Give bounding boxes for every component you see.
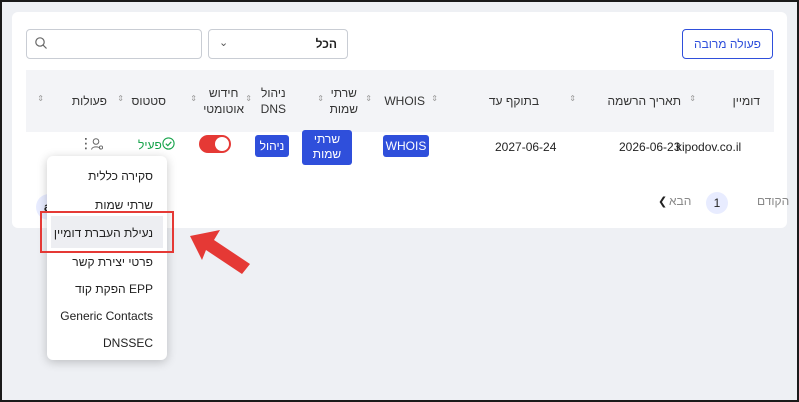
menu-item-contacts[interactable]: פרטי יצירת קשר (72, 255, 153, 269)
registration-date: 2026-06-23 (619, 140, 681, 154)
chevron-down-icon: ⌄ (219, 37, 229, 49)
nameservers-button[interactable]: שרתי שמות (302, 130, 352, 165)
pagination-current-page[interactable]: 1 (706, 192, 728, 214)
header-whois[interactable]: WHOIS (384, 93, 425, 109)
pagination-prev[interactable]: הקודם (757, 194, 789, 208)
header-actions: פעולות (71, 94, 107, 108)
menu-item-epp-code[interactable]: הפקת קוד EPP (75, 282, 153, 296)
menu-item-dnssec[interactable]: DNSSEC (103, 336, 153, 350)
menu-item-nameservers[interactable]: שרתי שמות (95, 198, 153, 212)
search-icon (35, 37, 47, 49)
toggle-knob (215, 137, 229, 151)
annotation-highlight-box (40, 211, 174, 253)
sort-icon[interactable]: ⇕ (190, 94, 197, 103)
annotation-arrow-icon (190, 230, 250, 274)
pagination-next[interactable]: הבא (669, 194, 691, 208)
status-text: פעיל (138, 138, 162, 152)
sort-icon[interactable]: ⇕ (245, 94, 252, 103)
sort-icon[interactable]: ⇕ (117, 94, 124, 103)
filter-select-value: הכל (315, 37, 337, 51)
menu-item-overview[interactable]: סקירה כללית (88, 169, 153, 183)
sort-icon[interactable]: ⇕ (431, 94, 438, 103)
filter-select[interactable]: הכל ⌄ (208, 29, 348, 59)
nameservers-button-line2: שמות (312, 147, 342, 161)
header-nameservers-line2: שמות (329, 102, 358, 116)
whois-button[interactable]: WHOIS (383, 135, 429, 157)
more-vertical-icon[interactable]: ⋮ (79, 136, 93, 150)
header-dns-line2: DNS (260, 102, 286, 116)
dns-manage-button[interactable]: ניהול (255, 135, 289, 157)
header-registration-date[interactable]: תאריך הרשמה (608, 93, 681, 109)
header-dns-line1: ניהול (261, 86, 286, 100)
header-nameservers-line1: שרתי (330, 86, 357, 100)
nameservers-button-line1: שרתי (313, 132, 341, 146)
actions-menu: סקירה כללית שרתי שמות נעילת העברת דומיין… (47, 156, 167, 360)
sort-icon[interactable]: ⇕ (37, 94, 44, 103)
menu-item-generic-contacts[interactable]: Generic Contacts (60, 309, 153, 323)
header-domain[interactable]: דומיין (733, 93, 760, 109)
valid-until-date: 2027-06-24 (495, 140, 557, 154)
header-dns-management[interactable]: ניהול DNS (261, 85, 286, 117)
header-status[interactable]: סטטוס (131, 93, 166, 109)
chevron-left-icon[interactable]: ❮ (658, 195, 667, 208)
sort-icon[interactable]: ⇕ (569, 94, 576, 103)
domain-name[interactable]: kipodov.co.il (676, 140, 741, 154)
sort-icon[interactable]: ⇕ (365, 94, 372, 103)
header-nameservers[interactable]: שרתי שמות (330, 85, 358, 117)
header-autorenew[interactable]: חידוש אוטומטי (203, 85, 244, 117)
table-header: דומיין ⇕ תאריך הרשמה ⇕ בתוקף עד ⇕ WHOIS … (26, 70, 774, 132)
header-autorenew-line1: חידוש (208, 86, 239, 100)
search-box[interactable] (26, 29, 202, 59)
bulk-action-button[interactable]: פעולה מרובה (681, 29, 773, 59)
header-autorenew-line2: אוטומטי (203, 102, 244, 116)
sort-icon[interactable]: ⇕ (689, 94, 696, 103)
search-input[interactable] (51, 34, 196, 56)
sort-icon[interactable]: ⇕ (317, 94, 324, 103)
header-valid-until[interactable]: בתוקף עד (489, 93, 539, 109)
autorenew-toggle[interactable] (199, 135, 231, 153)
check-circle-icon (162, 137, 175, 150)
